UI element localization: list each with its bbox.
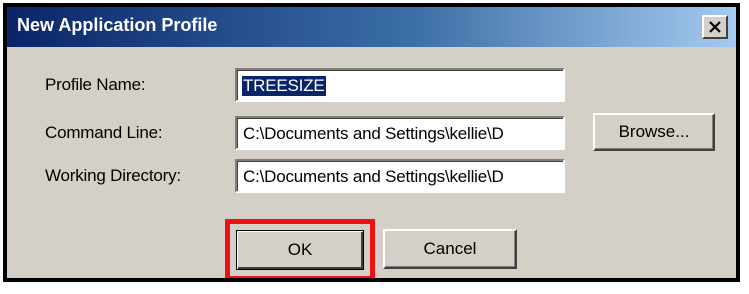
command-line-value: C:\Documents and Settings\kellie\D xyxy=(243,124,504,143)
working-directory-field[interactable]: C:\Documents and Settings\kellie\D xyxy=(235,159,565,193)
profile-name-field[interactable]: TREESIZE xyxy=(235,68,565,102)
browse-button[interactable]: Browse... xyxy=(593,113,715,151)
close-icon xyxy=(709,21,721,33)
dialog-title: New Application Profile xyxy=(17,15,218,35)
profile-name-label: Profile Name: xyxy=(45,75,146,94)
profile-name-value: TREESIZE xyxy=(242,76,326,96)
cancel-button-label: Cancel xyxy=(423,239,477,258)
cancel-button[interactable]: Cancel xyxy=(383,229,517,269)
ok-button-label: OK xyxy=(287,240,313,259)
browse-button-label: Browse... xyxy=(618,122,690,141)
command-line-field[interactable]: C:\Documents and Settings\kellie\D xyxy=(235,116,565,150)
ok-button[interactable]: OK xyxy=(236,230,364,270)
new-application-profile-dialog: New Application Profile Profile Name: TR… xyxy=(3,3,740,282)
title-bar[interactable]: New Application Profile xyxy=(7,7,736,47)
working-directory-label: Working Directory: xyxy=(45,166,181,185)
working-directory-value: C:\Documents and Settings\kellie\D xyxy=(243,167,504,186)
command-line-label: Command Line: xyxy=(45,123,163,142)
close-button[interactable] xyxy=(702,15,728,39)
